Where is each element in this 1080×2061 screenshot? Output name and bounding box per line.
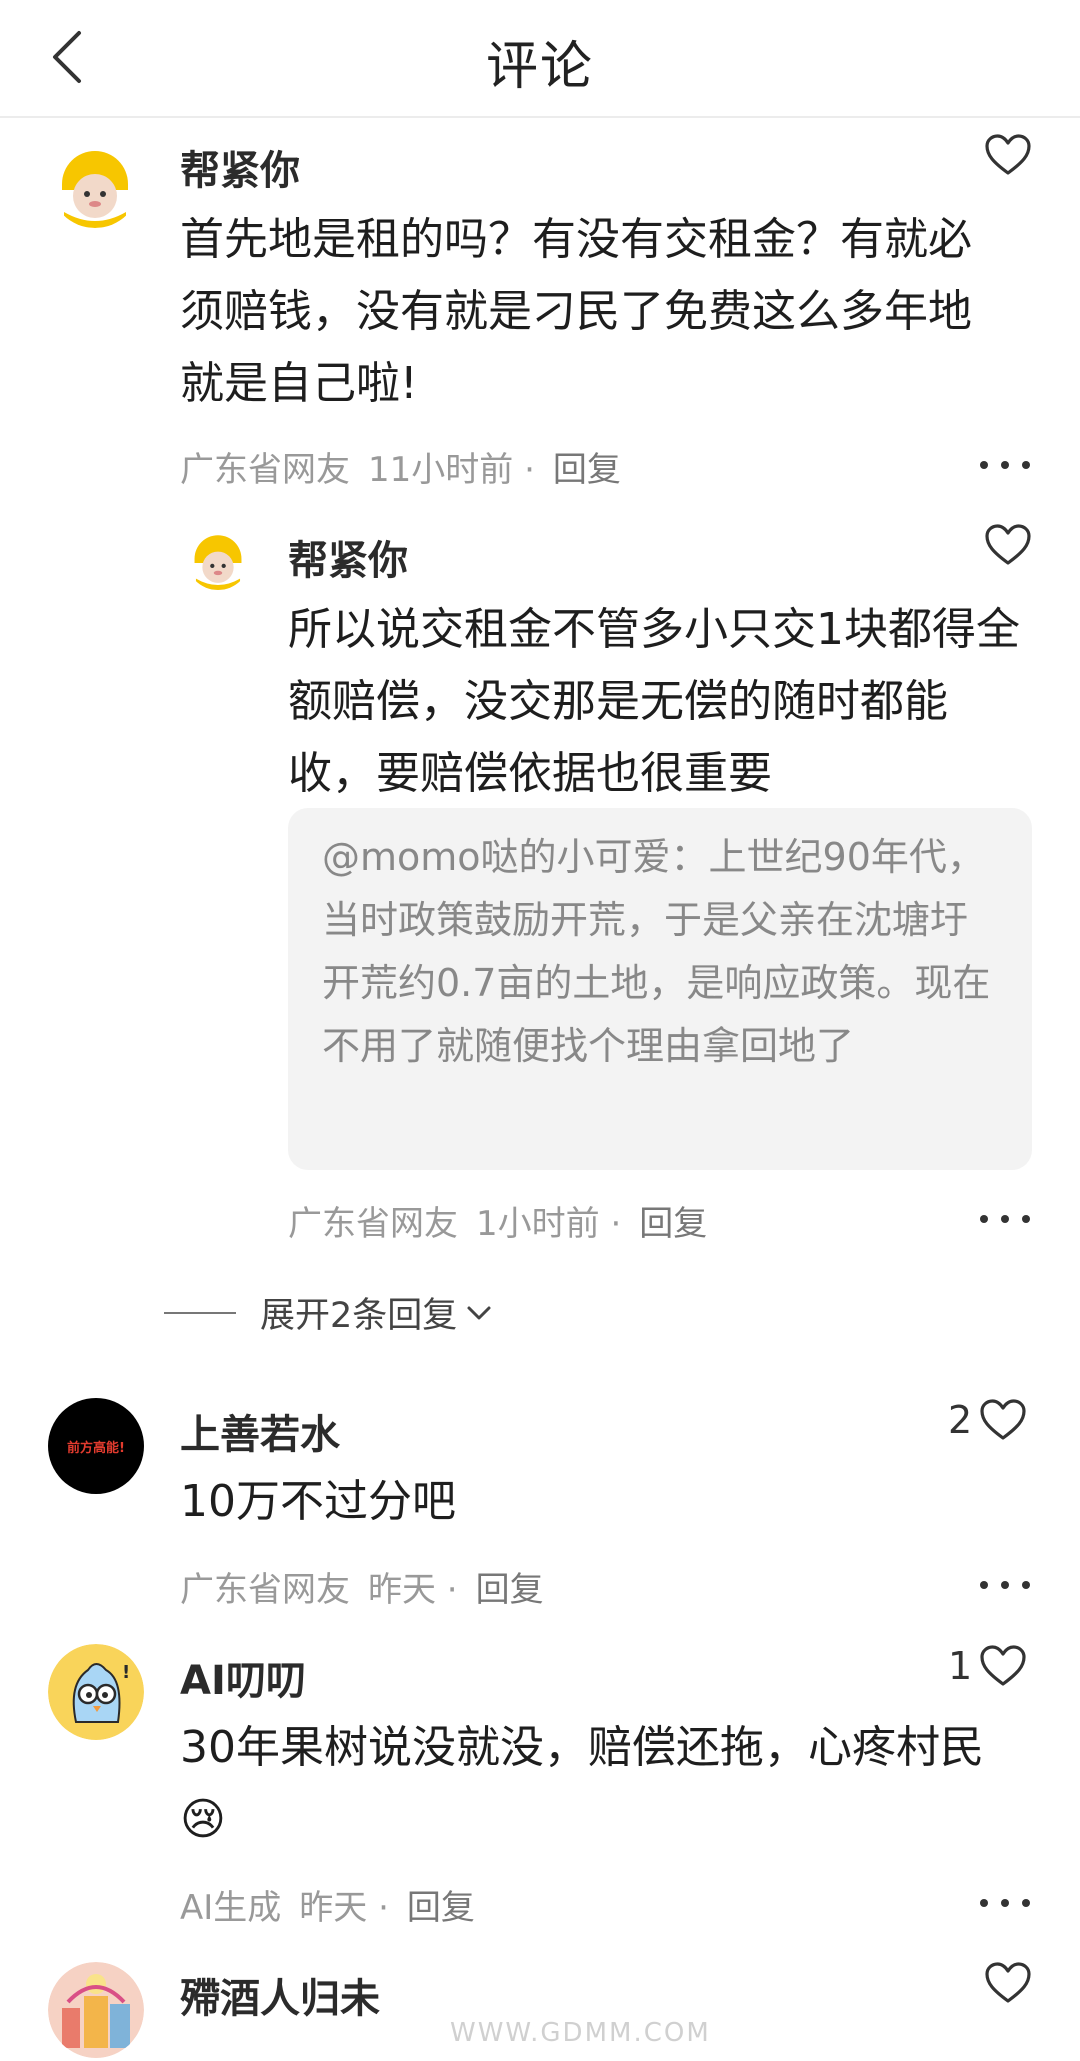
comment-time: 11小时前 · xyxy=(368,450,535,490)
comment-meta: 广东省网友 昨天 · 回复 xyxy=(180,1562,544,1611)
avatar[interactable] xyxy=(186,526,250,590)
comment-time: 昨天 · xyxy=(299,1888,389,1928)
dot xyxy=(1022,461,1030,469)
like-button[interactable]: 2 xyxy=(948,1398,1026,1442)
comment-text: 所以说交租金不管多小只交1块都得全额赔偿，没交那是无偿的随时都能收，要赔偿依据也… xyxy=(288,604,1020,799)
heart-icon xyxy=(985,1962,1031,2003)
comment-text: 10万不过分吧 xyxy=(180,1476,456,1527)
like-count: 2 xyxy=(948,1398,973,1442)
more-options-button[interactable] xyxy=(980,450,1030,480)
helmet-cat-avatar-icon xyxy=(186,526,250,590)
comment-text: 30年果树说没就没，赔偿还拖，心疼村民😢 xyxy=(180,1722,984,1845)
comment-username[interactable]: AI叨叨 xyxy=(180,1648,306,1706)
dot xyxy=(1022,1899,1030,1907)
comment-meta: 广东省网友 1小时前 · 回复 xyxy=(288,1196,707,1245)
comment-username[interactable]: 帮紧你 xyxy=(288,528,408,586)
top-bar: 评论 xyxy=(0,0,1080,118)
comment-text: 首先地是租的吗？有没有交租金？有就必须赔钱，没有就是刁民了免费这么多年地就是自己… xyxy=(180,214,972,409)
comment-meta: AI生成 昨天 · 回复 xyxy=(180,1880,475,1929)
dot xyxy=(1001,1215,1009,1223)
dot xyxy=(980,1899,988,1907)
avatar[interactable]: 前方高能! xyxy=(48,1398,144,1494)
comment-time: 1小时前 · xyxy=(476,1204,622,1244)
more-options-button[interactable] xyxy=(980,1888,1030,1918)
comment-username[interactable]: 帮紧你 xyxy=(180,138,300,196)
expand-replies-button[interactable]: 展开2条回复 xyxy=(164,1287,493,1338)
comment-location: 广东省网友 xyxy=(180,1570,350,1610)
reply-button[interactable]: 回复 xyxy=(407,1880,475,1929)
reply-button[interactable]: 回复 xyxy=(639,1196,707,1245)
heart-icon xyxy=(980,1399,1026,1440)
heart-icon xyxy=(985,524,1031,565)
like-count: 1 xyxy=(948,1644,973,1688)
reply-button[interactable]: 回复 xyxy=(553,442,621,491)
avatar[interactable] xyxy=(50,138,140,228)
like-button[interactable]: 1 xyxy=(948,1644,1026,1688)
comment-meta: 广东省网友 11小时前 · 回复 xyxy=(180,442,621,491)
dot xyxy=(1022,1581,1030,1589)
dot xyxy=(980,1215,988,1223)
dot xyxy=(1001,461,1009,469)
comment-username[interactable]: 殢酒人归未 xyxy=(180,1966,380,2024)
chevron-down-icon xyxy=(467,1306,491,1319)
avatar[interactable] xyxy=(48,1962,144,2058)
colorful-illustration-avatar-icon xyxy=(48,1962,144,2058)
dot xyxy=(1022,1215,1030,1223)
quoted-comment[interactable]: @momo哒的小可爱：上世纪90年代，当时政策鼓励开荒，于是父亲在沈塘圩开荒约0… xyxy=(288,808,1032,1170)
svg-text:!: ! xyxy=(122,1662,130,1683)
comment-username[interactable]: 上善若水 xyxy=(180,1402,340,1460)
like-button[interactable] xyxy=(985,134,1031,176)
bird-avatar-icon: ! xyxy=(48,1644,144,1740)
like-button[interactable] xyxy=(985,1962,1031,2004)
helmet-cat-avatar-icon xyxy=(50,138,140,228)
dot xyxy=(980,461,988,469)
dot xyxy=(980,1581,988,1589)
comment-location: 广东省网友 xyxy=(288,1204,458,1244)
divider-line xyxy=(164,1311,236,1314)
more-options-button[interactable] xyxy=(980,1204,1030,1234)
heart-icon xyxy=(985,134,1031,175)
comment-location: 广东省网友 xyxy=(180,450,350,490)
watermark: WWW.GDMM.COM xyxy=(450,2018,711,2048)
like-button[interactable] xyxy=(985,524,1031,566)
reply-button[interactable]: 回复 xyxy=(476,1562,544,1611)
comment-time: 昨天 · xyxy=(368,1570,458,1610)
expand-replies-label: 展开2条回复 xyxy=(260,1296,458,1336)
dot xyxy=(1001,1899,1009,1907)
more-options-button[interactable] xyxy=(980,1570,1030,1600)
page-title: 评论 xyxy=(485,37,594,97)
avatar-text: 前方高能! xyxy=(67,1440,125,1456)
comment-location: AI生成 xyxy=(180,1888,282,1928)
avatar[interactable]: ! xyxy=(48,1644,144,1740)
heart-icon xyxy=(980,1645,1026,1686)
dot xyxy=(1001,1581,1009,1589)
